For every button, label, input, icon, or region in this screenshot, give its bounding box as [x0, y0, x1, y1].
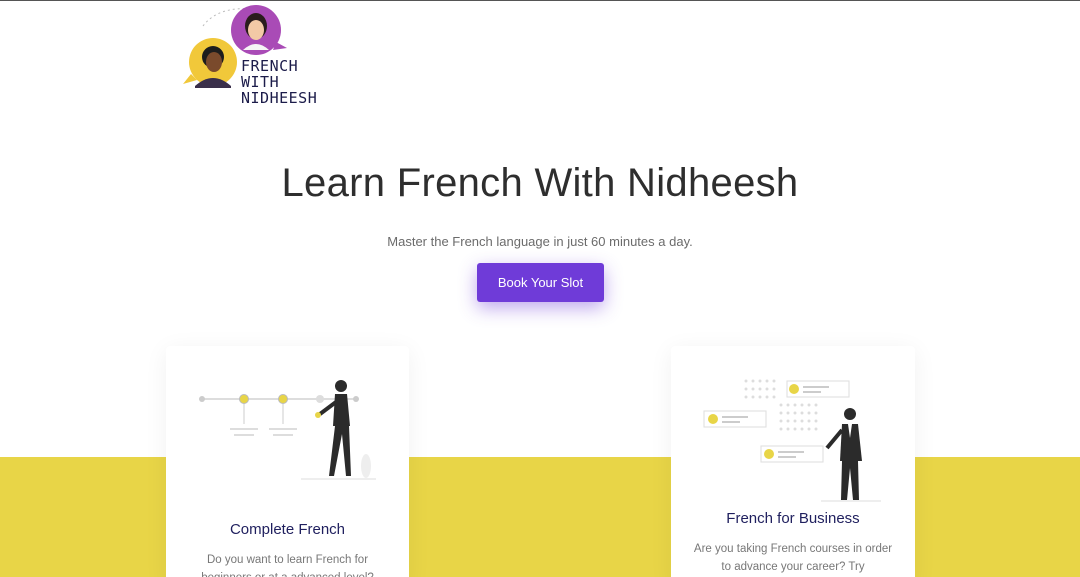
- hero-subtitle: Master the French language in just 60 mi…: [387, 234, 693, 249]
- logo-line-2: WITH: [241, 73, 280, 91]
- hero-title: Learn French With Nidheesh: [281, 161, 799, 205]
- course-card-complete-french[interactable]: Complete French Do you want to learn Fre…: [166, 346, 409, 577]
- card-description: Do you want to learn French for beginner…: [201, 554, 374, 577]
- logo-line-3: NIDHEESH: [241, 89, 318, 107]
- person-timeline-illustration: [199, 380, 376, 480]
- course-card-french-for-business[interactable]: French for Business Are you taking Frenc…: [671, 346, 915, 577]
- card-title: French for Business: [726, 510, 860, 527]
- logo-wordmark[interactable]: FRENCH WITH NIDHEESH: [241, 58, 317, 106]
- card-title: Complete French: [229, 521, 346, 538]
- businessman-chat-illustration: [703, 379, 881, 502]
- book-slot-button[interactable]: Book Your Slot: [477, 263, 604, 302]
- logo-line-1: FRENCH: [241, 57, 299, 75]
- accent-band: [0, 457, 1080, 577]
- card-description: Are you taking French courses in order t…: [693, 543, 893, 573]
